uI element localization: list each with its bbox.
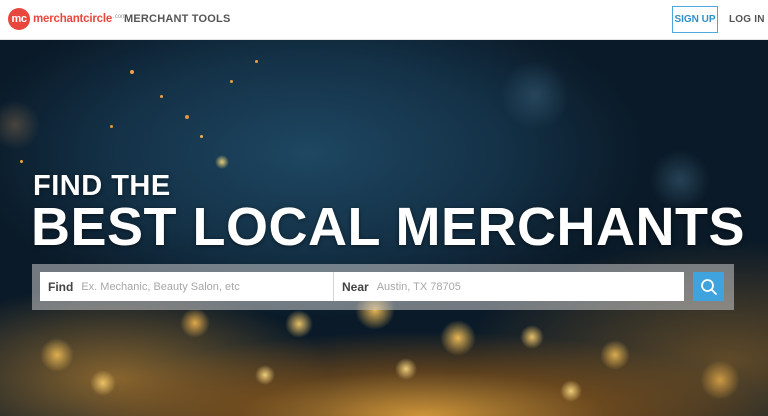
near-field: Near	[334, 272, 684, 301]
search-button[interactable]	[693, 272, 724, 301]
signup-button[interactable]: SIGN UP	[672, 6, 718, 33]
hero-heading-line2: BEST LOCAL MERCHANTS	[31, 197, 746, 257]
search-icon	[700, 278, 717, 295]
merchantcircle-logo[interactable]: mc merchantcircle .com	[8, 8, 126, 30]
near-label: Near	[342, 279, 369, 294]
find-label: Find	[48, 279, 74, 294]
find-input[interactable]	[81, 280, 333, 293]
login-link[interactable]: LOG IN	[729, 14, 765, 25]
logo-text: merchantcircle	[33, 13, 113, 25]
near-input[interactable]	[376, 280, 684, 293]
nav-merchant-tools[interactable]: MERCHANT TOOLS	[124, 13, 230, 25]
find-field: Find	[40, 272, 334, 301]
hero-banner: FIND THE BEST LOCAL MERCHANTS Find Near	[0, 40, 768, 416]
top-header: mc merchantcircle .com MERCHANT TOOLS SI…	[0, 0, 768, 40]
search-bar: Find Near	[32, 264, 734, 310]
logo-badge: mc	[8, 8, 30, 30]
